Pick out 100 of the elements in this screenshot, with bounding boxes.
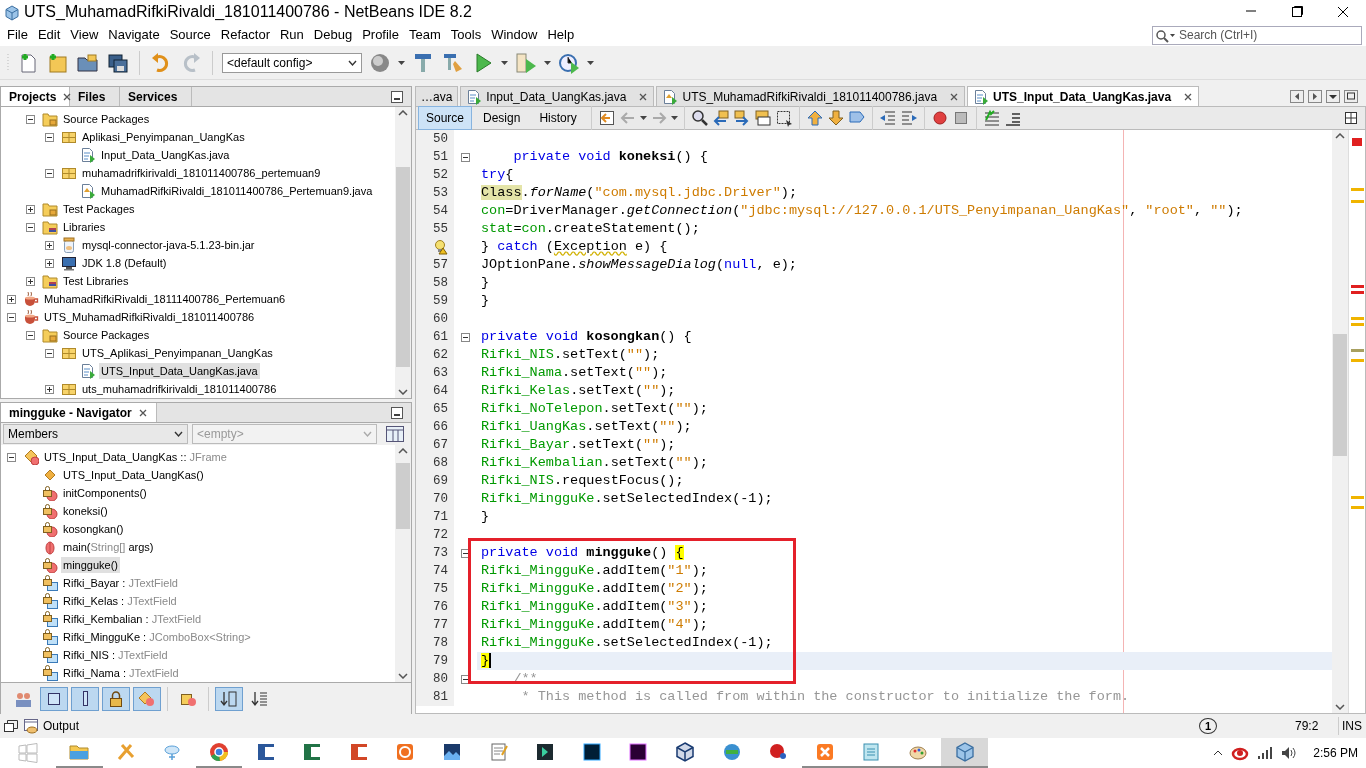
next-bookmark-icon[interactable] bbox=[826, 109, 845, 127]
collapse-toggle[interactable] bbox=[45, 168, 54, 178]
panel-tab[interactable]: Services bbox=[120, 87, 192, 106]
tree-item[interactable]: UTS_Input_Data_UangKas.java bbox=[99, 362, 260, 380]
maximize-button[interactable] bbox=[1291, 6, 1303, 18]
panel-tab[interactable]: mingguke - Navigator bbox=[1, 403, 157, 422]
comment-icon[interactable] bbox=[982, 109, 1001, 127]
scrollbar-thumb[interactable] bbox=[1333, 334, 1347, 456]
panel-layout-icon[interactable] bbox=[385, 425, 405, 443]
bar-toggle[interactable] bbox=[71, 686, 99, 711]
highlight-toggle-icon[interactable] bbox=[753, 109, 772, 127]
menu-item[interactable]: Window bbox=[486, 25, 543, 45]
member-item[interactable]: Rifki_Kelas : JTextField bbox=[61, 592, 179, 610]
diamond-circle-toggle[interactable] bbox=[133, 686, 161, 711]
clock[interactable]: 2:56 PM bbox=[1313, 744, 1358, 762]
minimize-panel-icon[interactable] bbox=[391, 90, 403, 103]
tree-item[interactable]: Source Packages bbox=[61, 110, 152, 128]
last-edit-icon[interactable] bbox=[597, 109, 616, 127]
member-item[interactable]: UTS_Input_Data_UangKas() bbox=[61, 466, 206, 484]
output-tab[interactable]: Output bbox=[23, 717, 80, 735]
close-icon[interactable] bbox=[62, 91, 73, 102]
tree-item[interactable]: Aplikasi_Penyimpanan_UangKas bbox=[80, 128, 247, 146]
menu-item[interactable]: Help bbox=[542, 25, 580, 45]
member-item[interactable]: initComponents() bbox=[61, 484, 149, 502]
config-dropdown[interactable]: <default config> bbox=[222, 52, 362, 73]
close-button[interactable] bbox=[1337, 6, 1349, 18]
member-item[interactable]: Rifki_Bayar : JTextField bbox=[61, 574, 180, 592]
menu-item[interactable]: View bbox=[65, 25, 104, 45]
volume-icon[interactable] bbox=[1281, 746, 1298, 760]
fold-toggle[interactable] bbox=[461, 152, 470, 162]
minimize-panel-icon[interactable] bbox=[391, 406, 403, 419]
fold-toggle[interactable] bbox=[461, 674, 470, 684]
find-next-icon[interactable] bbox=[732, 109, 751, 127]
collapse-toggle[interactable] bbox=[7, 312, 16, 322]
expand-toggle[interactable] bbox=[26, 276, 35, 286]
menu-item[interactable]: Edit bbox=[32, 25, 66, 45]
close-icon[interactable] bbox=[137, 407, 148, 418]
editor-tab[interactable]: Input_Data_UangKas.java bbox=[460, 86, 655, 106]
expand-toggle[interactable] bbox=[45, 384, 54, 394]
menu-item[interactable]: Debug bbox=[308, 25, 358, 45]
fold-toggle[interactable] bbox=[461, 548, 470, 558]
tree-item[interactable]: Source Packages bbox=[61, 326, 152, 344]
split-icon[interactable] bbox=[1345, 112, 1357, 124]
editor-tab[interactable]: …ava bbox=[415, 86, 459, 106]
dropdown-arrow-icon[interactable] bbox=[501, 60, 508, 65]
tree-item[interactable]: uts_muhamadrifkirivaldi_181011400786 bbox=[80, 380, 279, 398]
editor-tab[interactable]: UTS_Input_Data_UangKas.java bbox=[967, 86, 1200, 106]
collapse-toggle[interactable] bbox=[26, 114, 35, 124]
view-tab[interactable]: History bbox=[531, 106, 585, 130]
dropdown-arrow-icon[interactable] bbox=[544, 60, 551, 65]
tree-item[interactable]: UTS_MuhamadRifkiRivaldi_181011400786 bbox=[42, 308, 257, 326]
dropdown-arrow-icon[interactable] bbox=[639, 116, 647, 120]
scrollbar-thumb[interactable] bbox=[396, 463, 410, 529]
fold-toggle[interactable] bbox=[461, 332, 470, 342]
member-item[interactable]: Rifki_MingguKe : JComboBox<String> bbox=[61, 628, 253, 646]
menu-item[interactable]: Profile bbox=[357, 25, 404, 45]
dropdown-arrow-icon[interactable] bbox=[670, 116, 678, 120]
member-item[interactable]: Rifki_NIS : JTextField bbox=[61, 646, 170, 664]
collapse-toggle[interactable] bbox=[26, 222, 35, 232]
expand-toggle[interactable] bbox=[45, 240, 54, 250]
collapse-toggle[interactable] bbox=[45, 132, 54, 142]
shield-icon[interactable] bbox=[1231, 745, 1250, 761]
tree-item[interactable]: Libraries bbox=[61, 218, 108, 236]
search-field[interactable]: Search (Ctrl+I) bbox=[1152, 25, 1362, 45]
tree-item[interactable]: MuhamadRifkiRivaldi_18111400786_Pertemuan6 bbox=[42, 290, 288, 308]
scroll-down-icon[interactable] bbox=[1335, 704, 1345, 710]
close-icon[interactable] bbox=[1183, 91, 1194, 102]
member-item[interactable]: UTS_Input_Data_UangKas :: JFrame bbox=[42, 448, 229, 466]
restore-icon[interactable] bbox=[4, 720, 18, 732]
dropdown-arrow-icon[interactable] bbox=[587, 60, 594, 65]
start-icon[interactable] bbox=[18, 743, 38, 763]
menu-item[interactable]: Tools bbox=[445, 25, 487, 45]
previous-bookmark-icon[interactable] bbox=[805, 109, 824, 127]
find-previous-icon[interactable] bbox=[711, 109, 730, 127]
scroll-down-icon[interactable] bbox=[398, 673, 408, 679]
menu-item[interactable]: Source bbox=[164, 25, 216, 45]
dropdown-arrow-icon[interactable] bbox=[398, 60, 405, 65]
scrollbar-thumb[interactable] bbox=[396, 167, 410, 367]
member-item[interactable]: Rifki_Nama : JTextField bbox=[61, 664, 181, 682]
close-icon[interactable] bbox=[638, 91, 649, 102]
member-item[interactable]: main(String[] args) bbox=[61, 538, 156, 556]
expand-toggle[interactable] bbox=[45, 258, 54, 268]
member-item[interactable]: kosongkan() bbox=[61, 520, 126, 538]
view-tab[interactable]: Design bbox=[475, 106, 529, 130]
scroll-down-icon[interactable] bbox=[398, 389, 408, 395]
tree-item[interactable]: JDK 1.8 (Default) bbox=[80, 254, 169, 272]
close-icon[interactable] bbox=[949, 91, 960, 102]
tree-item[interactable]: muhamadrifkirivaldi_181011400786_pertemuan9 bbox=[80, 164, 323, 182]
square-toggle[interactable] bbox=[40, 686, 68, 711]
sort-alpha-toggle[interactable] bbox=[215, 686, 243, 711]
members-dropdown[interactable]: Members bbox=[3, 424, 188, 444]
menu-item[interactable]: Refactor bbox=[215, 25, 275, 45]
menu-item[interactable]: File bbox=[2, 25, 33, 45]
lock-toggle[interactable] bbox=[102, 686, 130, 711]
selection-icon[interactable] bbox=[774, 109, 793, 127]
record-icon[interactable] bbox=[930, 109, 949, 127]
tree-item[interactable]: Test Libraries bbox=[61, 272, 131, 290]
collapse-toggle[interactable] bbox=[45, 348, 54, 358]
maximize-icon[interactable] bbox=[1344, 89, 1358, 103]
member-item[interactable]: koneksi() bbox=[61, 502, 110, 520]
